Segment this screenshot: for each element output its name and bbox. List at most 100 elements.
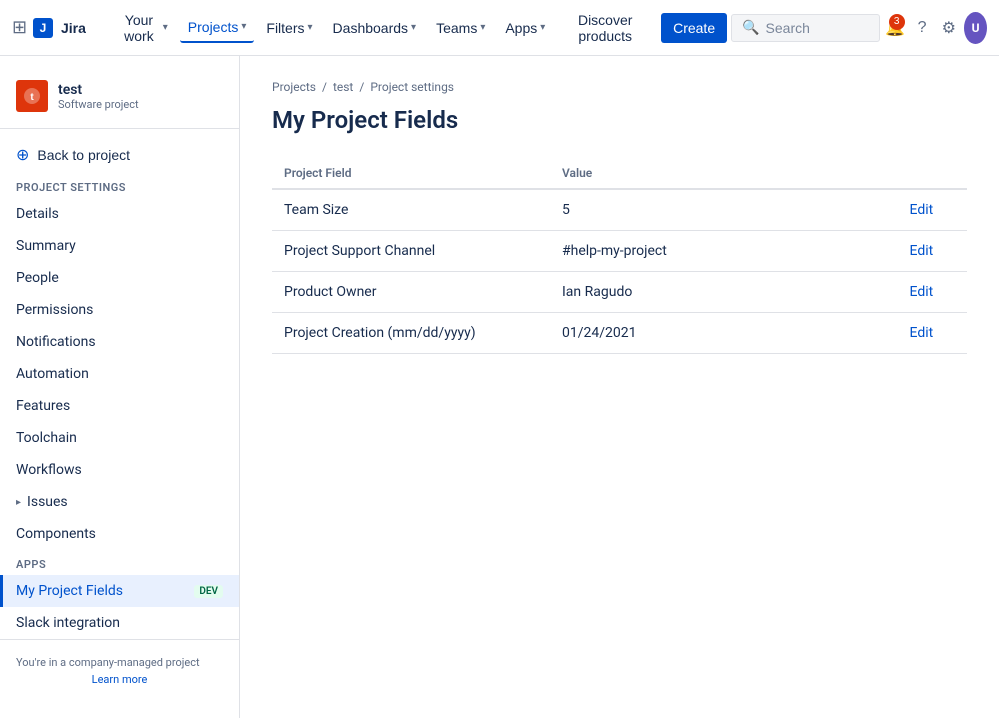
help-button[interactable]: ? — [911, 12, 934, 44]
project-icon: t — [16, 80, 48, 112]
chevron-down-icon: ▾ — [480, 22, 485, 33]
breadcrumb-test[interactable]: test — [333, 80, 353, 94]
field-name-cell: Project Creation (mm/dd/yyyy) — [272, 313, 550, 354]
fields-table: Project Field Value Team Size 5 Edit Pro… — [272, 158, 967, 354]
back-icon: ⊕ — [16, 145, 29, 165]
svg-text:J: J — [40, 21, 47, 35]
your-work-menu[interactable]: Your work ▾ — [110, 6, 176, 50]
field-value-cell: 01/24/2021 — [550, 313, 898, 354]
table-row: Team Size 5 Edit — [272, 189, 967, 231]
sidebar-apps-label: Apps — [0, 550, 239, 575]
project-type: Software project — [58, 98, 139, 111]
field-action-cell: Edit — [898, 313, 968, 354]
edit-link[interactable]: Edit — [910, 202, 934, 218]
help-icon: ? — [918, 19, 927, 37]
sidebar-item-permissions[interactable]: Permissions — [0, 294, 239, 326]
search-box[interactable]: 🔍 — [731, 14, 880, 42]
breadcrumb-current: Project settings — [370, 80, 454, 94]
user-avatar[interactable]: U — [964, 12, 987, 44]
grid-icon[interactable]: ⊞ — [12, 17, 27, 38]
col-header-action — [898, 158, 968, 189]
sidebar: t test Software project ⊕ Back to projec… — [0, 56, 240, 718]
field-name-cell: Team Size — [272, 189, 550, 231]
sidebar-item-label: Notifications — [16, 334, 96, 350]
sidebar-section-label: Project settings — [0, 173, 239, 198]
notifications-button[interactable]: 🔔 3 — [884, 12, 907, 44]
field-name-cell: Project Support Channel — [272, 231, 550, 272]
table-row: Product Owner Ian Ragudo Edit — [272, 272, 967, 313]
col-header-value: Value — [550, 158, 898, 189]
sidebar-item-label: People — [16, 270, 59, 286]
sidebar-item-people[interactable]: People — [0, 262, 239, 294]
sidebar-item-label: My Project Fields — [16, 583, 123, 599]
dev-badge: DEV — [194, 585, 223, 598]
edit-link[interactable]: Edit — [910, 243, 934, 259]
project-info: test Software project — [58, 82, 139, 111]
filters-menu[interactable]: Filters ▾ — [258, 14, 320, 42]
chevron-down-icon: ▾ — [411, 22, 416, 33]
gear-icon: ⚙ — [942, 18, 956, 38]
chevron-down-icon: ▾ — [241, 21, 246, 32]
sidebar-item-features[interactable]: Features — [0, 390, 239, 422]
learn-more-link[interactable]: Learn more — [16, 673, 223, 686]
field-action-cell: Edit — [898, 272, 968, 313]
breadcrumb: Projects / test / Project settings — [272, 80, 967, 94]
sidebar-item-toolchain[interactable]: Toolchain — [0, 422, 239, 454]
chevron-right-icon: ▸ — [16, 497, 21, 508]
projects-menu[interactable]: Projects ▾ — [180, 13, 255, 43]
sidebar-item-label: Summary — [16, 238, 76, 254]
svg-text:Jira: Jira — [61, 20, 86, 36]
edit-link[interactable]: Edit — [910, 325, 934, 341]
sidebar-item-my-project-fields[interactable]: My Project Fields DEV — [0, 575, 239, 607]
field-value-cell: 5 — [550, 189, 898, 231]
project-name: test — [58, 82, 139, 98]
company-managed-text: You're in a company-managed project — [16, 656, 200, 669]
nav-logo[interactable]: ⊞ J Jira — [12, 17, 98, 38]
sidebar-item-label: Slack integration — [16, 615, 120, 631]
sidebar-footer: You're in a company-managed project Lear… — [0, 639, 239, 702]
dashboards-menu[interactable]: Dashboards ▾ — [325, 14, 425, 42]
table-row: Project Creation (mm/dd/yyyy) 01/24/2021… — [272, 313, 967, 354]
sidebar-item-slack-integration[interactable]: Slack integration — [0, 607, 239, 639]
sidebar-item-components[interactable]: Components — [0, 518, 239, 550]
field-value-cell: #help-my-project — [550, 231, 898, 272]
sidebar-item-label: Permissions — [16, 302, 93, 318]
field-action-cell: Edit — [898, 231, 968, 272]
chevron-down-icon: ▾ — [540, 22, 545, 33]
sidebar-project-header: t test Software project — [0, 72, 239, 129]
field-name-cell: Product Owner — [272, 272, 550, 313]
create-button[interactable]: Create — [661, 13, 727, 43]
edit-link[interactable]: Edit — [910, 284, 934, 300]
discover-products-button[interactable]: Discover products — [557, 6, 653, 50]
page-title: My Project Fields — [272, 106, 967, 134]
search-input[interactable] — [766, 20, 869, 36]
settings-button[interactable]: ⚙ — [937, 12, 960, 44]
search-icon: 🔍 — [742, 20, 759, 36]
sidebar-item-details[interactable]: Details — [0, 198, 239, 230]
back-to-project-button[interactable]: ⊕ Back to project — [0, 137, 239, 173]
main-content: Projects / test / Project settings My Pr… — [240, 56, 999, 718]
breadcrumb-sep-1: / — [322, 80, 327, 94]
sidebar-item-label: Details — [16, 206, 59, 222]
sidebar-item-label: Features — [16, 398, 70, 414]
project-logo-icon: t — [22, 86, 42, 106]
top-navigation: ⊞ J Jira Your work ▾ Projects ▾ Filters … — [0, 0, 999, 56]
sidebar-item-workflows[interactable]: Workflows — [0, 454, 239, 486]
sidebar-item-automation[interactable]: Automation — [0, 358, 239, 390]
teams-menu[interactable]: Teams ▾ — [428, 14, 493, 42]
notification-badge: 3 — [889, 14, 905, 30]
chevron-down-icon: ▾ — [163, 22, 168, 33]
sidebar-item-summary[interactable]: Summary — [0, 230, 239, 262]
sidebar-item-label: Workflows — [16, 462, 82, 478]
jira-logo-icon: J Jira — [33, 18, 98, 38]
breadcrumb-projects[interactable]: Projects — [272, 80, 316, 94]
col-header-field: Project Field — [272, 158, 550, 189]
sidebar-item-label: Automation — [16, 366, 89, 382]
field-action-cell: Edit — [898, 189, 968, 231]
sidebar-item-issues[interactable]: ▸ Issues — [0, 486, 239, 518]
sidebar-item-notifications[interactable]: Notifications — [0, 326, 239, 358]
chevron-down-icon: ▾ — [308, 22, 313, 33]
breadcrumb-sep-2: / — [359, 80, 364, 94]
apps-menu[interactable]: Apps ▾ — [497, 14, 553, 42]
table-row: Project Support Channel #help-my-project… — [272, 231, 967, 272]
